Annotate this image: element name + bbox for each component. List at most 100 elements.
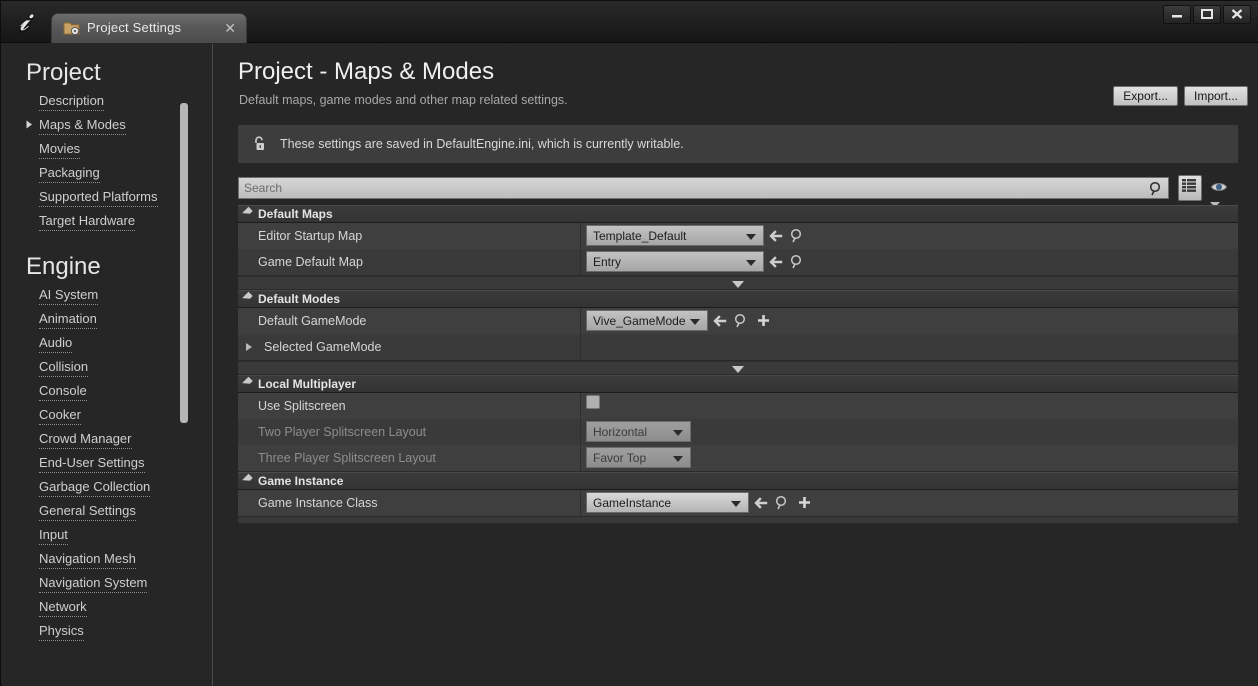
sidebar-item-network[interactable]: Network [39,599,87,617]
settings-sidebar[interactable]: Project Description Maps & Modes Movies Pack… [2,43,212,686]
property-list: Default Maps Editor Startup Map Template_D… [238,205,1238,524]
dropdown-value: Horizontal [593,424,648,439]
chevron-right-icon[interactable] [26,120,36,130]
project-settings-window: 𝓲 Project Settings ✕ Project Description… [0,0,1258,686]
property-label: Editor Startup Map [258,229,363,243]
property-value: Entry [586,251,808,272]
chevron-down-icon [746,260,756,266]
sidebar-item-animation[interactable]: Animation [39,311,97,329]
sidebar-item-target-hardware[interactable]: Target Hardware [39,213,136,231]
grid-view-icon[interactable] [1178,175,1202,201]
dropdown-value: Favor Top [593,450,647,465]
unlock-icon [250,135,268,153]
view-options-dropdown[interactable] [1210,178,1240,208]
property-value: Horizontal [586,421,691,442]
section-header-default-modes[interactable]: Default Modes [238,290,1238,308]
property-row: Three Player Splitscreen Layout Favor Top [238,445,1238,471]
dropdown-game-instance-class[interactable]: GameInstance [586,492,749,513]
sidebar-item-console[interactable]: Console [39,383,87,401]
section-title: Default Maps [258,207,333,221]
browse-icon[interactable] [730,310,752,331]
browse-icon[interactable] [786,251,808,272]
chevron-down-icon [732,366,744,373]
property-value: Vive_GameMode [586,310,774,331]
close-icon[interactable]: ✕ [224,21,236,36]
tab-project-settings[interactable]: Project Settings ✕ [51,13,247,43]
reset-arrow-icon[interactable] [764,251,786,272]
sidebar-item-supported-platforms[interactable]: Supported Platforms [39,189,158,207]
property-value: Favor Top [586,447,691,468]
sidebar-item-physics[interactable]: Physics [39,623,84,641]
maximize-button[interactable] [1193,5,1221,24]
sidebar-group-title-engine: Engine [26,253,101,280]
new-asset-icon[interactable] [752,310,774,331]
page-title: Project - Maps & Modes [238,58,495,85]
sidebar-item-end-user-settings[interactable]: End-User Settings [39,455,145,473]
property-value [586,395,600,409]
section-header-game-instance[interactable]: Game Instance [238,472,1238,490]
property-list-footer [238,517,1238,524]
browse-icon[interactable] [771,492,793,513]
sidebar-item-movies[interactable]: Movies [39,141,81,159]
section-title: Local Multiplayer [258,377,357,391]
dropdown-default-gamemode[interactable]: Vive_GameMode [586,310,708,331]
show-more-strip[interactable] [238,276,1238,290]
section-header-local-multiplayer[interactable]: Local Multiplayer [238,375,1238,393]
chevron-down-icon [731,501,741,507]
settings-main-panel: Project - Maps & Modes Default maps, gam… [214,43,1258,686]
section-expanded-triangle-icon [242,473,255,486]
config-writable-notice: These settings are saved in DefaultEngin… [238,125,1238,163]
sidebar-item-general-settings[interactable]: General Settings [39,503,136,521]
window-controls [1163,5,1251,24]
property-label: Three Player Splitscreen Layout [258,451,436,465]
minimize-button[interactable] [1163,5,1191,24]
sidebar-item-navigation-system[interactable]: Navigation System [39,575,148,593]
reset-arrow-icon[interactable] [708,310,730,331]
section-body: Use Splitscreen Two Player Splitscreen La… [238,393,1238,472]
panel-splitter[interactable] [212,44,213,686]
sidebar-item-maps-modes[interactable]: Maps & Modes [39,117,126,135]
dropdown-editor-startup-map[interactable]: Template_Default [586,225,764,246]
sidebar-item-crowd-manager[interactable]: Crowd Manager [39,431,132,449]
sidebar-item-ai-system[interactable]: AI System [39,287,99,305]
column-divider [580,308,581,334]
column-divider [580,334,581,360]
show-more-strip[interactable] [238,361,1238,375]
property-label: Game Instance Class [258,496,378,510]
sidebar-item-description[interactable]: Description [39,93,105,111]
chevron-down-icon [690,319,700,325]
chevron-down-icon [746,234,756,240]
section-header-default-maps[interactable]: Default Maps [238,205,1238,223]
expand-triangle-icon[interactable] [246,343,252,351]
section-expanded-triangle-icon [242,376,255,389]
sidebar-item-navigation-mesh[interactable]: Navigation Mesh [39,551,136,569]
folder-gear-icon [63,20,81,36]
sidebar-item-audio[interactable]: Audio [39,335,73,353]
dropdown-game-default-map[interactable]: Entry [586,251,764,272]
search-icon[interactable] [1149,181,1163,196]
browse-icon[interactable] [786,225,808,246]
chevron-down-icon [732,281,744,288]
sidebar-scrollbar[interactable] [180,103,188,423]
close-button[interactable] [1223,5,1251,24]
reset-arrow-icon[interactable] [749,492,771,513]
reset-arrow-icon[interactable] [764,225,786,246]
search-input[interactable] [244,179,1144,197]
export-button[interactable]: Export... [1113,86,1178,106]
import-export-buttons: Export... Import... [1113,86,1248,106]
dropdown-value: Vive_GameMode [593,313,686,328]
sidebar-item-garbage-collection[interactable]: Garbage Collection [39,479,151,497]
search-box[interactable] [238,177,1169,199]
property-row: Default GameMode Vive_GameMode [238,308,1238,334]
checkbox-use-splitscreen[interactable] [586,395,600,409]
sidebar-item-input[interactable]: Input [39,527,68,545]
property-value: GameInstance [586,492,815,513]
property-row: Game Instance Class GameInstance [238,490,1238,516]
sidebar-item-cooker[interactable]: Cooker [39,407,81,425]
property-label: Use Splitscreen [258,399,346,413]
import-button[interactable]: Import... [1183,86,1248,106]
sidebar-item-collision[interactable]: Collision [39,359,89,377]
sidebar-item-packaging[interactable]: Packaging [39,165,100,183]
column-divider [580,445,581,471]
new-asset-icon[interactable] [793,492,815,513]
